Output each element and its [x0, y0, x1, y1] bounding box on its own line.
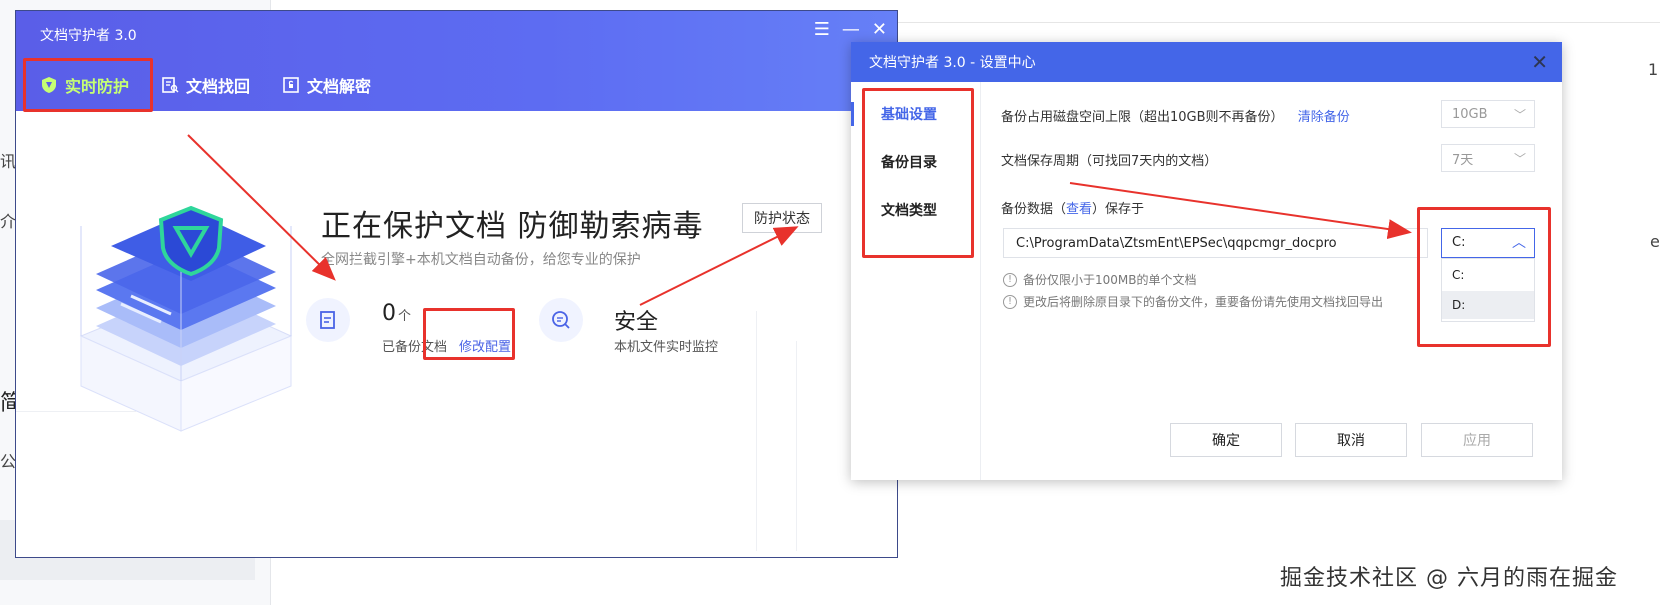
tab-document-recovery[interactable]: 文档找回 [145, 61, 266, 109]
document-search-icon [161, 76, 179, 94]
view-backup-link[interactable]: 查看 [1066, 202, 1092, 217]
backup-path-input[interactable] [1003, 228, 1428, 258]
backup-count-value: 0 [382, 301, 396, 326]
change-warning-note: ! 更改后将删除原目录下的备份文件，重要备份请先使用文档找回导出 [1003, 293, 1435, 310]
tab-label: 文档解密 [307, 77, 372, 96]
safety-status-label: 本机文件实时监控 [614, 340, 719, 355]
background-top-line [895, 22, 1660, 23]
backup-location-prefix: 备份数据（ [1001, 202, 1067, 217]
chevron-up-icon: ︿ [1512, 235, 1526, 251]
backup-location-suffix: ）保存于 [1092, 202, 1145, 217]
main-header: 文档守护者 3.0 ☰ — ✕ 实时防护 文档找回 文档解密 [16, 11, 897, 111]
disk-limit-select[interactable]: 10GB ﹀ [1441, 100, 1535, 128]
backup-location-label: 备份数据（查看）保存于 [1001, 198, 1144, 217]
minimize-icon[interactable]: — [842, 19, 860, 41]
window-controls: ☰ — ✕ [814, 19, 887, 41]
retention-value: 7天 [1452, 152, 1474, 168]
nav-document-types[interactable]: 文档类型 [851, 190, 981, 230]
protected-documents-illustration [79, 205, 293, 432]
note-text: 更改后将删除原目录下的备份文件，重要备份请先使用文档找回导出 [1023, 295, 1384, 309]
main-window: 文档守护者 3.0 ☰ — ✕ 实时防护 文档找回 文档解密 正在保护文档 防御… [15, 10, 898, 558]
modify-config-link[interactable]: 修改配置 [459, 336, 511, 355]
cancel-button[interactable]: 取消 [1295, 423, 1407, 457]
tab-document-decrypt[interactable]: 文档解密 [266, 61, 387, 109]
shield-icon [40, 76, 58, 94]
protection-subline: 全网拦截引擎+本机文档自动备份，给您专业的保护 [321, 252, 641, 268]
protection-status-button[interactable]: 防护状态 [742, 203, 822, 233]
disk-limit-row: 备份占用磁盘空间上限（超出10GB则不再备份） 清除备份 [1001, 106, 1350, 125]
settings-nav: 基础设置 备份目录 文档类型 [851, 82, 981, 480]
chevron-down-icon: ﹀ [1513, 152, 1526, 166]
decor-line [796, 341, 797, 551]
window-title: 文档守护者 3.0 [40, 28, 137, 44]
info-icon: ! [1003, 272, 1017, 287]
note-text: 备份仅限小于100MB的单个文档 [1023, 273, 1197, 287]
tab-label: 文档找回 [186, 77, 251, 96]
settings-title: 文档守护者 3.0 - 设置中心 [869, 55, 1036, 71]
info-icon: ! [1003, 294, 1017, 309]
tab-realtime-protection[interactable]: 实时防护 [24, 61, 145, 109]
background-text: 讯 [0, 152, 17, 171]
close-icon[interactable]: ✕ [872, 19, 887, 41]
settings-header: 文档守护者 3.0 - 设置中心 ✕ [851, 42, 1562, 82]
retention-label: 文档保存周期（可找回7天内的文档） [1001, 154, 1218, 169]
drive-option-d[interactable]: D: [1442, 291, 1534, 319]
disk-limit-label: 备份占用磁盘空间上限（超出10GB则不再备份） [1001, 110, 1284, 125]
main-tabs: 实时防护 文档找回 文档解密 [24, 61, 387, 109]
drive-select[interactable]: C: ︿ [1441, 228, 1535, 258]
retention-select[interactable]: 7天 ﹀ [1441, 144, 1535, 172]
chevron-down-icon: ﹀ [1513, 108, 1526, 122]
nav-backup-directory[interactable]: 备份目录 [851, 142, 981, 182]
backup-count: 0个 [382, 301, 411, 326]
ok-button[interactable]: 确定 [1170, 423, 1282, 457]
nav-basic-settings[interactable]: 基础设置 [851, 94, 981, 134]
document-copy-icon [306, 298, 350, 342]
safety-status-title: 安全 [614, 310, 659, 335]
background-text: e [1650, 232, 1660, 251]
backup-count-unit: 个 [398, 309, 412, 324]
clear-backup-link[interactable]: 清除备份 [1298, 110, 1350, 125]
protection-headline: 正在保护文档 防御勒索病毒 [321, 209, 704, 244]
drive-dropdown-list: C: D: [1441, 258, 1535, 322]
menu-icon[interactable]: ☰ [814, 19, 830, 41]
background-text: 介 [0, 212, 17, 231]
monitor-search-icon [539, 298, 583, 342]
drive-option-c[interactable]: C: [1442, 261, 1534, 289]
decor-line [756, 311, 757, 551]
disk-limit-value: 10GB [1452, 106, 1488, 122]
apply-button[interactable]: 应用 [1421, 423, 1533, 457]
background-text: 1 [1648, 60, 1659, 79]
size-limit-note: ! 备份仅限小于100MB的单个文档 [1003, 271, 1197, 288]
watermark: 掘金技术社区 @ 六月的雨在掘金 [1280, 566, 1618, 591]
drive-selected-value: C: [1452, 235, 1466, 250]
unlock-document-icon [282, 76, 300, 94]
background-text: 公 [0, 452, 17, 471]
close-icon[interactable]: ✕ [1531, 50, 1548, 74]
tab-label: 实时防护 [65, 77, 130, 96]
settings-dialog: 文档守护者 3.0 - 设置中心 ✕ 基础设置 备份目录 文档类型 备份占用磁盘… [851, 42, 1562, 480]
backup-count-label: 已备份文档 [382, 340, 448, 355]
